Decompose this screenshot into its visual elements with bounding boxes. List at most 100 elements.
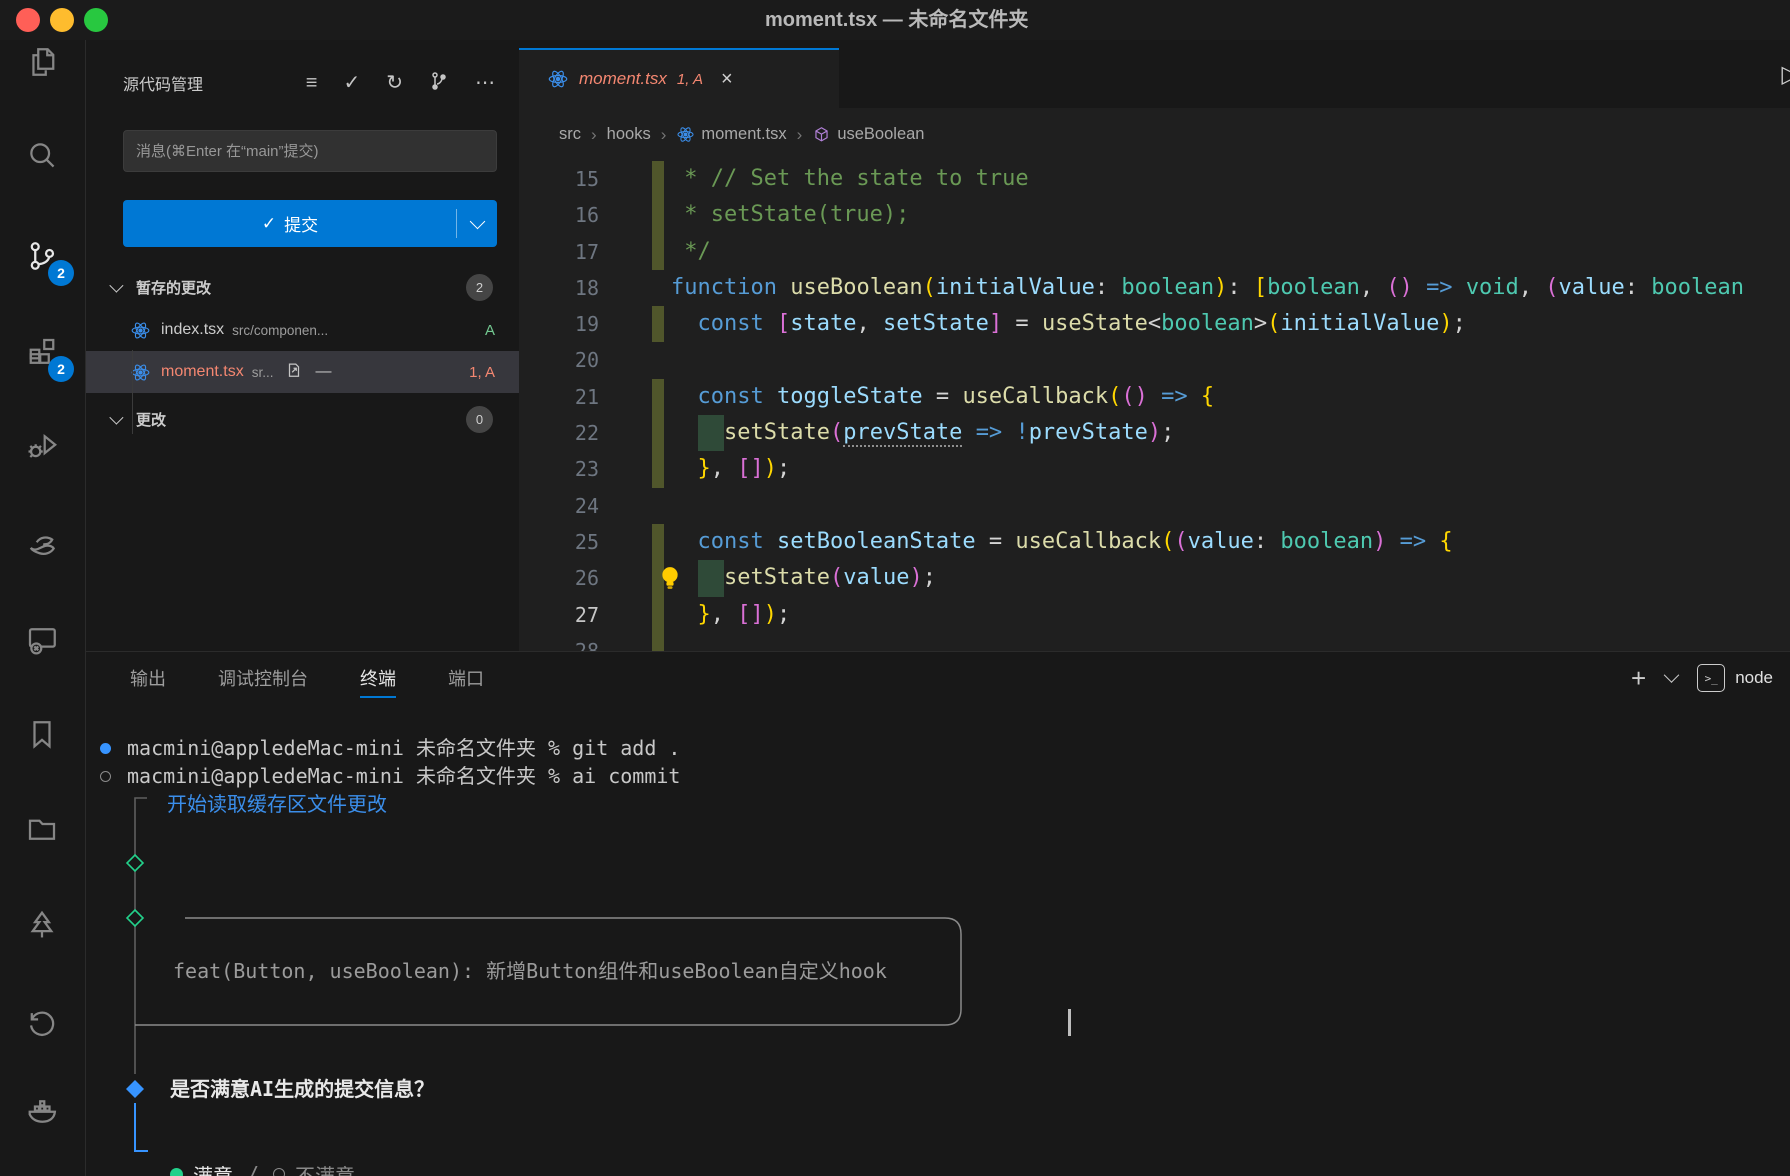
ai-question-text: 是否满意AI生成的提交信息？	[170, 1077, 435, 1101]
commit-button-main[interactable]: ✓ 提交	[123, 200, 457, 247]
code-line-18: 18 function useBoolean(initialValue: bool…	[519, 270, 1790, 306]
activity-item-bookmarks[interactable]	[0, 702, 84, 766]
scm-section-changes[interactable]: 更改 0	[86, 401, 519, 437]
code-line-15: 15 * // Set the state to true	[519, 161, 1790, 198]
code-text: */	[671, 238, 711, 264]
code-text: * setState(true);	[671, 202, 910, 228]
activity-item-project-folder[interactable]	[0, 797, 84, 861]
symbol-function-icon	[812, 125, 831, 144]
activity-item-live-preview[interactable]	[0, 608, 84, 672]
scm-file-index.tsx[interactable]: index.tsx src/componen... A	[86, 309, 519, 351]
window-title: moment.tsx — 未命名文件夹	[765, 9, 1029, 31]
maximize-traffic-light[interactable]	[84, 8, 108, 32]
diff-added-gutter	[652, 197, 664, 234]
file-name: index.tsx	[161, 321, 225, 338]
activity-badge: 2	[48, 356, 74, 382]
refresh-icon[interactable]: ↻	[386, 73, 403, 93]
activity-item-history[interactable]	[0, 991, 84, 1055]
scm-file-moment.tsx[interactable]: moment.tsx sr... — 1, A	[86, 351, 519, 393]
breadcrumb-hooks[interactable]: hooks	[607, 125, 651, 144]
file-name: moment.tsx	[161, 363, 244, 380]
scm-toolbar: ≡ ✓ ↻ ⋯	[306, 71, 495, 95]
run-debug-icon	[24, 427, 60, 463]
diff-added-gutter	[652, 378, 664, 416]
open-file-icon[interactable]	[285, 361, 303, 384]
diff-added-gutter	[652, 306, 664, 343]
panel-tab-输出[interactable]: 输出	[130, 652, 166, 704]
activity-bar: 22	[0, 40, 86, 1176]
line-number: 18	[574, 275, 599, 300]
line-number: 21	[574, 384, 599, 409]
panel-tab-终端[interactable]: 终端	[360, 652, 396, 704]
line-number: 20	[574, 348, 599, 373]
activity-item-source-control[interactable]: 2	[0, 224, 84, 288]
code-line-20: 20	[519, 342, 1790, 378]
activity-item-run-debug[interactable]	[0, 413, 84, 477]
option-unsatisfied[interactable]: 不满意	[295, 1160, 355, 1176]
terminal-viewport[interactable]: macmini@appledeMac-mini 未命名文件夹 % git add…	[86, 704, 1790, 1176]
code-line-16: 16 * setState(true);	[519, 197, 1790, 234]
code-text: }, []);	[697, 601, 791, 627]
file-path: src/componen...	[232, 322, 329, 338]
breadcrumb-symbol[interactable]: useBoolean	[837, 125, 924, 144]
activity-item-search[interactable]	[0, 123, 84, 187]
activity-item-docker[interactable]	[0, 1078, 84, 1142]
terminal-profile[interactable]: >_ node	[1697, 664, 1773, 692]
tab-label: moment.tsx	[579, 69, 667, 88]
commit-check-icon[interactable]: ✓	[343, 73, 360, 93]
scm-sidebar: 源代码管理 ≡ ✓ ↻ ⋯ ✓ 提交 暂	[86, 40, 519, 651]
code-editor[interactable]: 15 * // Set the state to true 16 * setSta…	[519, 161, 1790, 651]
panel-tab-调试控制台[interactable]: 调试控制台	[218, 652, 308, 704]
activity-item-flame-extension[interactable]	[0, 510, 84, 574]
new-terminal-icon[interactable]: +	[1631, 665, 1646, 691]
commit-dropdown-button[interactable]	[457, 200, 497, 247]
activity-item-tree-extension[interactable]	[0, 893, 84, 957]
code-text: setState(value);	[671, 560, 936, 597]
code-line-22: 22 setState(prevState => !prevState);	[519, 415, 1790, 452]
line-number: 15	[574, 167, 599, 191]
section-label: 更改	[136, 411, 167, 429]
terminal-command-text: macmini@appledeMac-mini 未命名文件夹 % git add…	[127, 736, 681, 760]
view-as-list-icon[interactable]: ≡	[306, 73, 318, 93]
react-file-icon	[130, 362, 151, 383]
activity-item-explorer[interactable]	[0, 30, 84, 94]
code-text: const setBooleanState = useCallback((val…	[697, 528, 1453, 554]
ai-step-text: 开始读取缓存区文件更改	[167, 792, 387, 816]
tab-moment-tsx[interactable]: moment.tsx 1, A ×	[519, 48, 839, 108]
option-satisfied[interactable]: 满意	[193, 1160, 233, 1176]
line-number: 27	[574, 602, 599, 627]
code-line-28: 28	[519, 632, 1790, 651]
docker-icon	[24, 1092, 60, 1128]
code-text: * // Set the state to true	[671, 166, 1029, 191]
terminal-dropdown-icon[interactable]	[1663, 666, 1680, 683]
scm-header: 源代码管理 ≡ ✓ ↻ ⋯	[123, 68, 495, 98]
tab-close-icon[interactable]: ×	[721, 68, 733, 91]
commit-message-input[interactable]	[123, 130, 497, 172]
unstage-icon[interactable]: —	[315, 363, 331, 381]
history-icon	[24, 1005, 60, 1041]
code-line-25: 25 const setBooleanState = useCallback((…	[519, 523, 1790, 561]
code-line-26: 26 setState(value);	[519, 560, 1790, 597]
diff-added-gutter	[652, 161, 664, 198]
terminal-cursor	[1068, 1009, 1071, 1036]
line-number: 17	[574, 239, 599, 264]
graph-icon[interactable]	[429, 71, 449, 95]
chevron-down-icon	[469, 213, 485, 230]
run-file-icon[interactable]: ▷	[1782, 60, 1790, 89]
panel-tab-端口[interactable]: 端口	[448, 652, 484, 704]
minimize-traffic-light[interactable]	[50, 8, 74, 32]
more-actions-icon[interactable]: ⋯	[475, 73, 495, 93]
scm-section-staged[interactable]: 暂存的更改 2	[86, 269, 519, 305]
bottom-panel: 输出 调试控制台 终端 端口 + >_ node macmini@appledeMac…	[86, 651, 1790, 1176]
commit-button[interactable]: ✓ 提交	[123, 200, 497, 247]
breadcrumb-separator-icon: ›	[591, 124, 597, 144]
diff-added-gutter	[652, 596, 664, 633]
close-traffic-light[interactable]	[16, 8, 40, 32]
selected-option-dot-icon	[170, 1167, 183, 1176]
code-text: }, []);	[697, 456, 791, 482]
line-number: 26	[574, 566, 599, 591]
breadcrumb-file[interactable]: moment.tsx	[701, 125, 786, 144]
breadcrumb-src[interactable]: src	[559, 125, 581, 144]
section-label: 暂存的更改	[136, 279, 212, 297]
activity-item-extensions[interactable]: 2	[0, 320, 84, 384]
